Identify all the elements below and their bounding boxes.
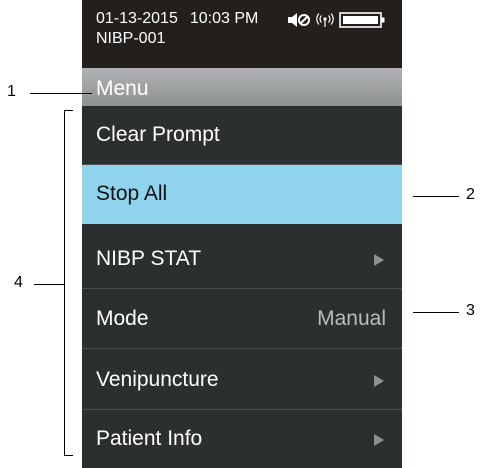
chevron-right-icon: [374, 375, 384, 387]
mode-value: Manual: [317, 307, 386, 330]
menu-item-clear-prompt[interactable]: Clear Prompt: [82, 106, 402, 165]
wireless-icon: [316, 13, 334, 27]
menu-title: Menu: [82, 68, 402, 106]
callout-3-number: 3: [466, 302, 475, 319]
menu-item-label: Patient Info: [96, 427, 203, 450]
battery-icon: [339, 12, 385, 28]
chevron-right-icon: [374, 254, 384, 266]
menu-item-nibp-stat[interactable]: NIBP STAT: [82, 230, 402, 289]
device-screen: 01-13-2015 10:03 PM NIBP-001 Menu Clear …: [82, 0, 402, 468]
status-datetime: 01-13-2015 10:03 PM: [96, 10, 258, 28]
callout-3-line: [413, 312, 459, 313]
menu-item-label: NIBP STAT: [96, 247, 202, 270]
callout-1-number: 1: [7, 83, 16, 100]
menu-item-label: Mode: [96, 307, 149, 330]
menu-item-label: Venipuncture: [96, 368, 219, 391]
device-id: NIBP-001: [96, 30, 166, 47]
callout-2-number: 2: [466, 186, 475, 203]
menu-item-label: Clear Prompt: [96, 123, 220, 146]
menu-item-label: Stop All: [96, 182, 168, 205]
callout-2-line: [413, 196, 459, 197]
callout-4-number: 4: [14, 274, 23, 291]
chevron-right-icon: [374, 434, 384, 446]
menu-item-stop-all[interactable]: Stop All: [82, 165, 402, 224]
menu-item-patient-info[interactable]: Patient Info: [82, 410, 402, 468]
menu-list: Clear Prompt Stop All NIBP STAT Mode Man…: [82, 106, 402, 468]
status-icons: [287, 10, 397, 30]
status-date: 01-13-2015: [96, 10, 178, 27]
status-bar: 01-13-2015 10:03 PM NIBP-001: [82, 0, 402, 68]
callout-4-bracket: [64, 110, 73, 456]
menu-item-venipuncture[interactable]: Venipuncture: [82, 351, 402, 410]
callout-1-line: [30, 93, 92, 94]
status-time: 10:03 PM: [189, 10, 259, 27]
speaker-muted-icon: [288, 13, 310, 27]
menu-item-mode[interactable]: Mode Manual: [82, 290, 402, 349]
callout-4-line: [34, 284, 64, 285]
